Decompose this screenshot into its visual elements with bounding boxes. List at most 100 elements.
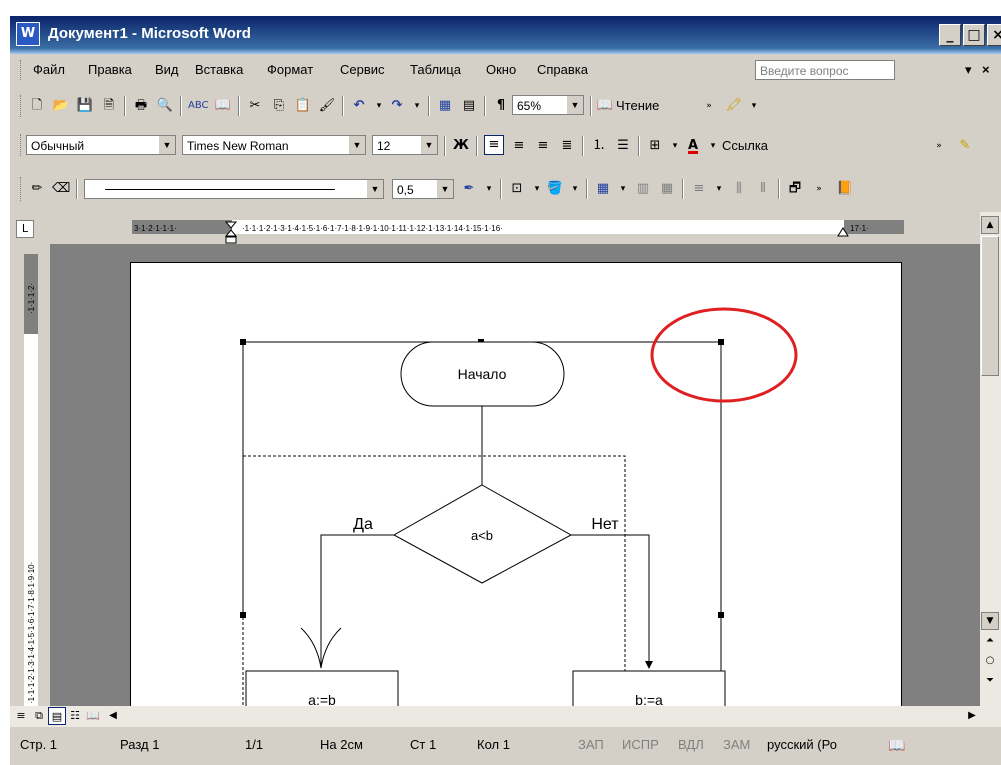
reading-layout-icon[interactable]: 📖 bbox=[84, 707, 102, 725]
line-weight-select[interactable]: 0,5 ▼ bbox=[392, 179, 454, 199]
distribute-rows-icon[interactable]: ⫼ bbox=[730, 180, 748, 198]
eraser-icon[interactable]: ⌫ bbox=[52, 180, 70, 198]
chevron-down-icon[interactable]: ▼ bbox=[367, 180, 383, 198]
scroll-down-icon[interactable]: ▼ bbox=[981, 612, 999, 630]
status-extend[interactable]: ВДЛ bbox=[678, 737, 704, 752]
cut-icon[interactable]: ✂ bbox=[246, 97, 264, 115]
justify-icon[interactable]: ≣ bbox=[558, 137, 576, 155]
toolbar-options-icon[interactable]: » bbox=[930, 137, 948, 155]
status-record-macro[interactable]: ЗАП bbox=[578, 737, 604, 752]
outline-view-icon[interactable]: ☷ bbox=[66, 707, 84, 725]
menu-file[interactable]: Файл bbox=[33, 62, 65, 77]
vertical-scrollbar[interactable]: ▲ ▼ ⏶ ○ ⏷ bbox=[980, 212, 1001, 706]
toolbar-options-icon[interactable]: » bbox=[700, 97, 718, 115]
next-page-icon[interactable]: ⏷ bbox=[981, 672, 999, 690]
menu-window[interactable]: Окно bbox=[486, 62, 516, 77]
shading-dropdown-icon[interactable]: ▾ bbox=[566, 180, 584, 198]
highlight-icon[interactable]: 🖍 bbox=[725, 97, 743, 115]
toolbar-grip[interactable] bbox=[20, 134, 23, 156]
undo-dropdown-icon[interactable]: ▾ bbox=[370, 97, 388, 115]
format-painter-icon[interactable]: 🖌 bbox=[318, 97, 336, 115]
align-cell-dropdown-icon[interactable]: ▾ bbox=[710, 180, 728, 198]
chevron-down-icon[interactable]: ▼ bbox=[159, 136, 175, 154]
normal-view-icon[interactable]: ≡ bbox=[12, 707, 30, 725]
toolbar-grip[interactable] bbox=[20, 177, 23, 201]
reading-mode-button[interactable]: Чтение bbox=[616, 98, 659, 113]
link-button[interactable]: Ссылка bbox=[722, 138, 768, 153]
menu-tools[interactable]: Сервис bbox=[340, 62, 385, 77]
research-icon[interactable]: 📖 bbox=[214, 97, 232, 115]
new-comment-icon[interactable]: ✎ bbox=[956, 137, 974, 155]
align-cell-icon[interactable]: ≡ bbox=[690, 180, 708, 198]
menu-insert[interactable]: Вставка bbox=[195, 62, 243, 77]
close-window-button[interactable]: × bbox=[987, 24, 1001, 46]
scroll-right-icon[interactable]: ▶ bbox=[963, 707, 981, 725]
undo-icon[interactable]: ↶ bbox=[350, 97, 368, 115]
horizontal-scroll-track[interactable] bbox=[124, 707, 962, 725]
highlight-dropdown-icon[interactable]: ▾ bbox=[745, 97, 763, 115]
insert-table-dropdown-icon[interactable]: ▾ bbox=[614, 180, 632, 198]
toolbar-grip[interactable] bbox=[20, 60, 23, 80]
status-column[interactable]: Кол 1 bbox=[477, 737, 510, 752]
status-line[interactable]: Ст 1 bbox=[410, 737, 436, 752]
research-book-icon[interactable]: 📙 bbox=[836, 180, 854, 198]
status-language[interactable]: русский (Ро bbox=[767, 737, 837, 752]
borders-icon[interactable]: ⊞ bbox=[646, 137, 664, 155]
open-folder-icon[interactable]: 📂 bbox=[52, 97, 70, 115]
menu-view[interactable]: Вид bbox=[155, 62, 179, 77]
print-icon[interactable]: 🖶 bbox=[132, 97, 150, 115]
menu-dropdown-icon[interactable]: ▾ bbox=[965, 62, 972, 78]
border-color-icon[interactable]: ✒ bbox=[460, 180, 478, 198]
align-left-icon[interactable]: ≡ bbox=[484, 135, 504, 155]
style-select[interactable]: Обычный ▼ bbox=[26, 135, 176, 155]
chevron-down-icon[interactable]: ▼ bbox=[567, 96, 583, 114]
selection-handle[interactable] bbox=[718, 612, 724, 618]
outside-border-icon[interactable]: ⊡ bbox=[508, 180, 526, 198]
vertical-ruler[interactable]: ·1·1·1·2· ·1·1·1·2·1·3·1·4·1·5·1·6·1·7·1… bbox=[10, 244, 50, 706]
align-center-icon[interactable]: ≡ bbox=[510, 137, 528, 155]
line-style-select[interactable]: ▼ bbox=[84, 179, 384, 199]
document-area[interactable]: Начало a<b Да Нет a:=b b:=a bbox=[50, 244, 980, 706]
redo-icon[interactable]: ↷ bbox=[388, 97, 406, 115]
horizontal-scrollbar[interactable]: ≡ ⧉ ▤ ☷ 📖 ◀ ▶ bbox=[10, 706, 1001, 727]
close-document-button[interactable]: × bbox=[982, 62, 990, 77]
horizontal-ruler[interactable]: L 3·1·2·1·1·1· ·1·1·1·2·1·3·1·4·1·5·1·6·… bbox=[10, 212, 1001, 244]
zoom-select[interactable]: 65% ▼ bbox=[512, 95, 584, 115]
chevron-down-icon[interactable]: ▼ bbox=[421, 136, 437, 154]
columns-icon[interactable]: ▤ bbox=[460, 97, 478, 115]
status-section[interactable]: Разд 1 bbox=[120, 737, 159, 752]
status-page[interactable]: Стр. 1 bbox=[20, 737, 57, 752]
selection-handle[interactable] bbox=[240, 339, 246, 345]
status-track-changes[interactable]: ИСПР bbox=[622, 737, 659, 752]
minimize-button[interactable]: _ bbox=[939, 24, 961, 46]
draw-table-icon[interactable]: ✏ bbox=[28, 180, 46, 198]
selection-handle[interactable] bbox=[718, 339, 724, 345]
status-position[interactable]: На 2см bbox=[320, 737, 363, 752]
print-preview-icon[interactable]: 🔍 bbox=[156, 97, 174, 115]
menu-format[interactable]: Формат bbox=[267, 62, 313, 77]
shading-color-icon[interactable]: 🪣 bbox=[546, 180, 564, 198]
menu-help[interactable]: Справка bbox=[537, 62, 588, 77]
font-color-dropdown-icon[interactable]: ▾ bbox=[704, 137, 722, 155]
web-layout-icon[interactable]: ⧉ bbox=[30, 707, 48, 725]
print-layout-icon[interactable]: ▤ bbox=[48, 707, 66, 725]
chevron-down-icon[interactable]: ▼ bbox=[437, 180, 453, 198]
bullet-list-icon[interactable]: ☰ bbox=[614, 137, 632, 155]
show-formatting-icon[interactable]: ¶ bbox=[492, 97, 510, 115]
toolbar-options-icon[interactable]: » bbox=[810, 180, 828, 198]
scroll-left-icon[interactable]: ◀ bbox=[104, 707, 122, 725]
permission-icon[interactable]: 🗎 bbox=[100, 97, 118, 115]
copy-icon[interactable]: ⎘ bbox=[270, 97, 288, 115]
borders-dropdown-icon[interactable]: ▾ bbox=[666, 137, 684, 155]
toolbar-grip[interactable] bbox=[20, 95, 23, 117]
spelling-status-icon[interactable]: 📖 bbox=[888, 737, 905, 754]
menu-table[interactable]: Таблица bbox=[410, 62, 461, 77]
ask-question-input[interactable]: Введите вопрос bbox=[755, 60, 895, 80]
status-overtype[interactable]: ЗАМ bbox=[723, 737, 750, 752]
border-color-dropdown-icon[interactable]: ▾ bbox=[480, 180, 498, 198]
numbered-list-icon[interactable]: ⒈ bbox=[590, 137, 608, 155]
status-page-count[interactable]: 1/1 bbox=[245, 737, 263, 752]
font-color-button[interactable]: A bbox=[684, 137, 702, 155]
font-size-select[interactable]: 12 ▼ bbox=[372, 135, 438, 155]
maximize-button[interactable]: □ bbox=[963, 24, 985, 46]
